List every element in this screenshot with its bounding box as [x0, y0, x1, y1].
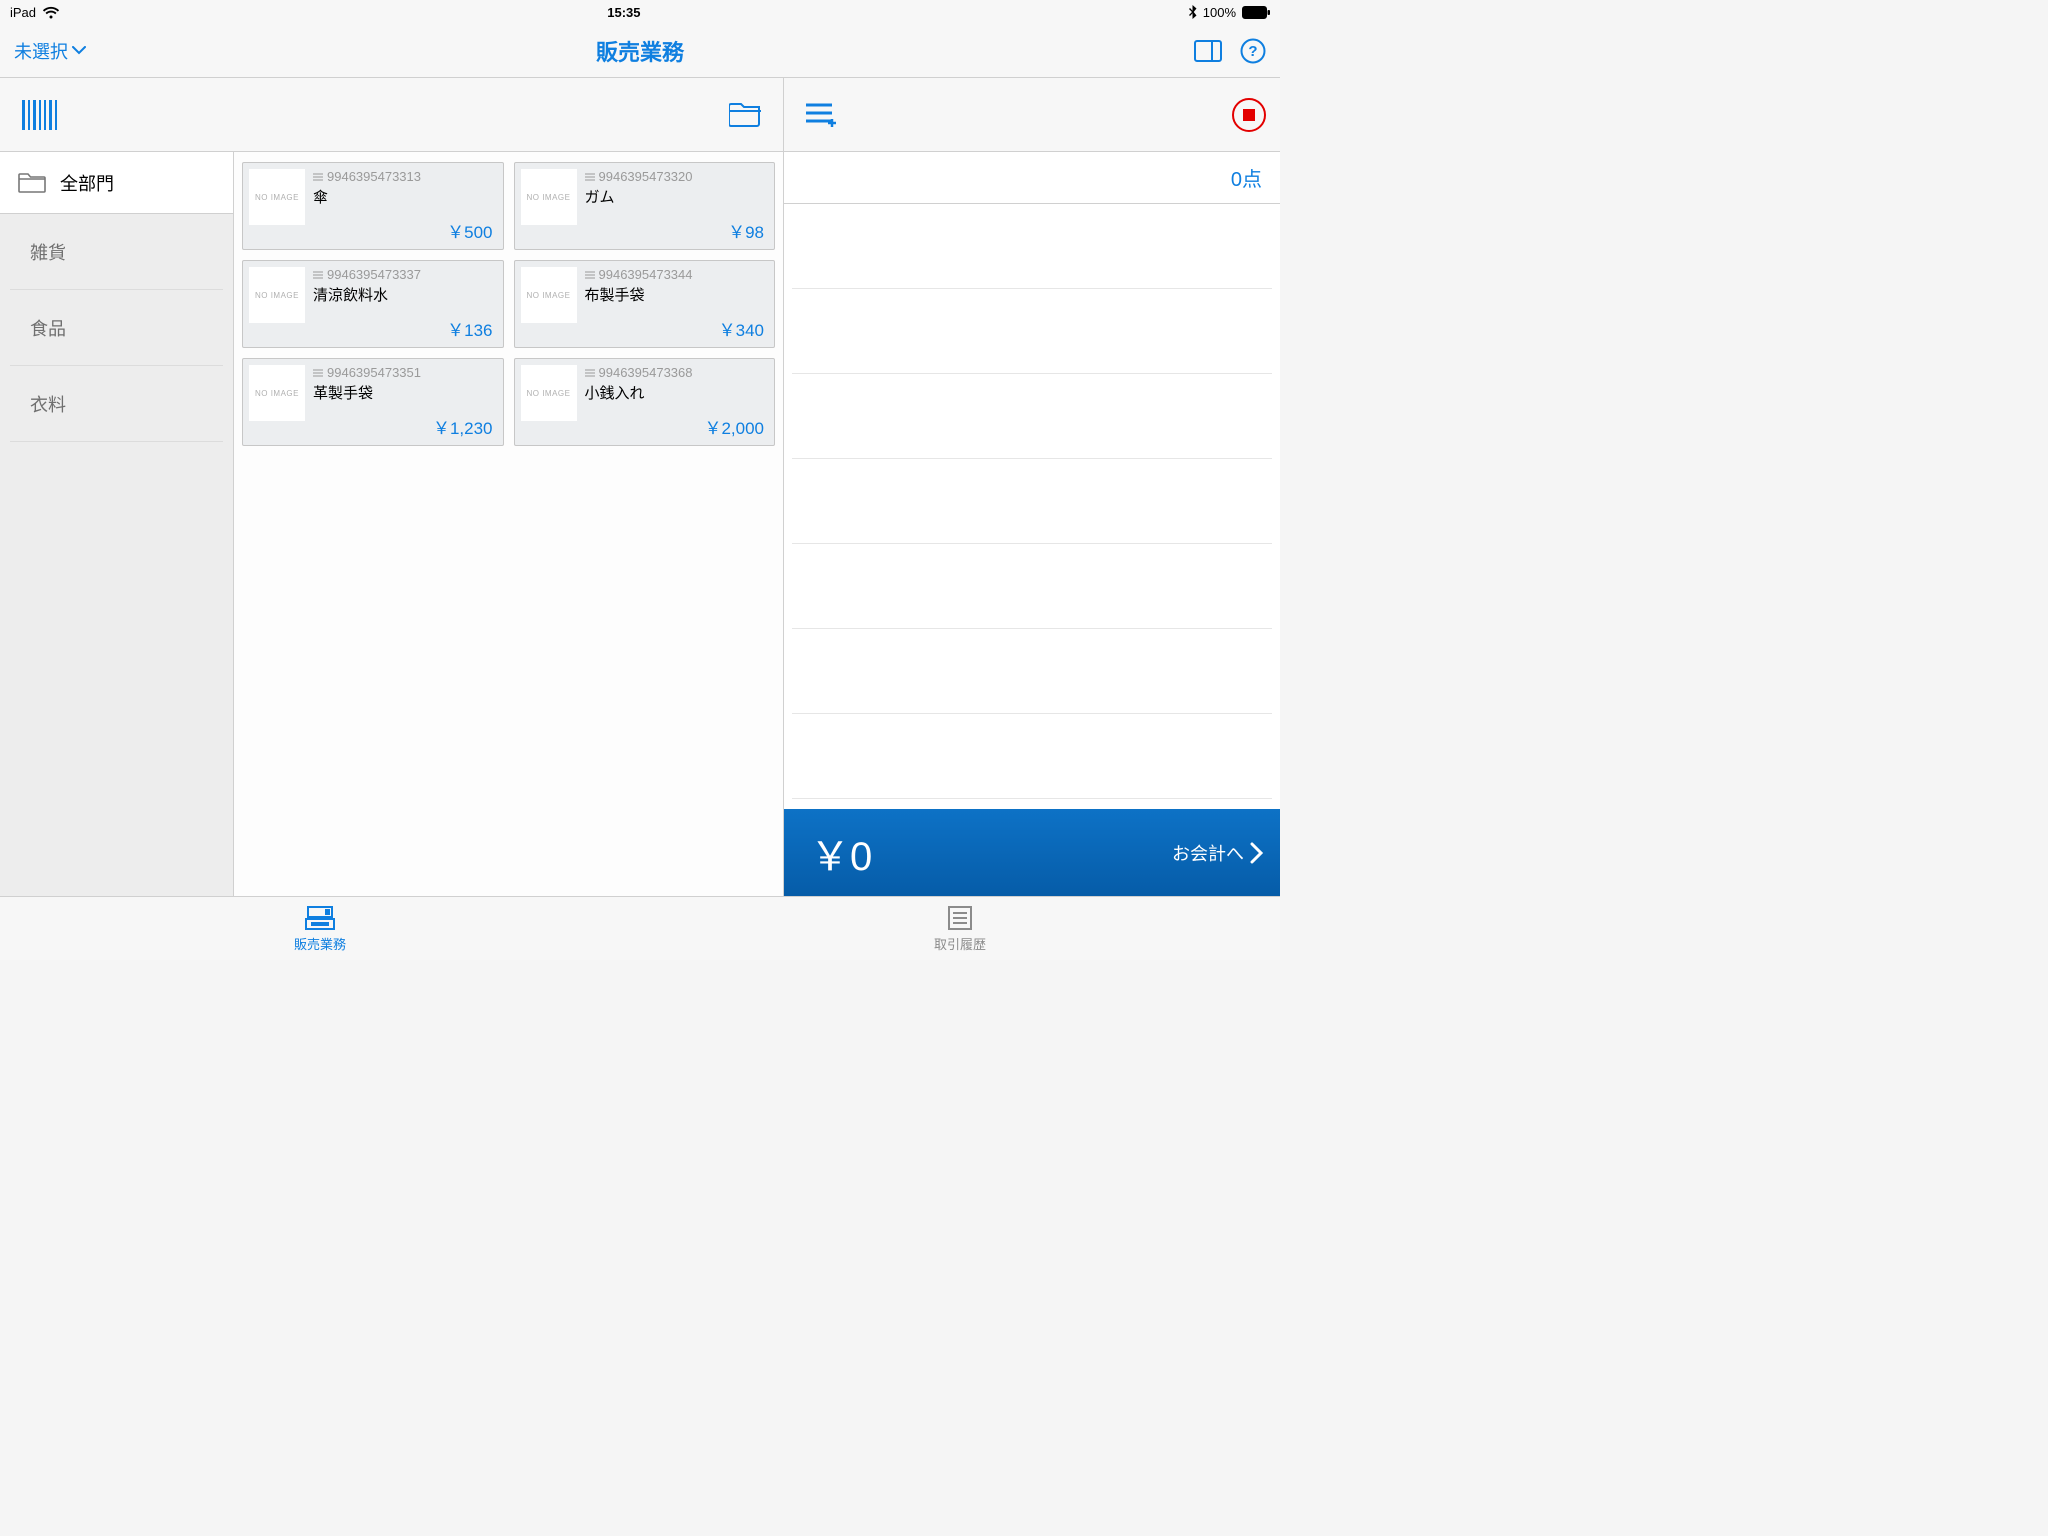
product-thumb: NO IMAGE: [249, 365, 305, 421]
list-add-icon[interactable]: [806, 102, 836, 128]
product-name: 布製手袋: [585, 284, 767, 305]
cart-lines: [784, 204, 1280, 809]
product-thumb: NO IMAGE: [521, 365, 577, 421]
sidebar-item-0[interactable]: 雑貨: [10, 214, 223, 290]
register-icon: [305, 905, 335, 931]
product-price: ￥2,000: [704, 414, 764, 439]
record-stop-button[interactable]: [1232, 98, 1266, 132]
receipt-icon: [947, 905, 973, 931]
product-name: ガム: [585, 186, 767, 207]
selector-label: 未選択: [14, 38, 68, 64]
product-name: 傘: [313, 186, 495, 207]
barcode-mini-icon: [313, 270, 323, 280]
tab-history[interactable]: 取引履歴: [640, 897, 1280, 960]
sidebar-item-2[interactable]: 衣料: [10, 366, 223, 442]
battery-icon: [1242, 6, 1270, 19]
cart-count-label: 0点: [1231, 163, 1262, 192]
chevron-down-icon: [72, 46, 86, 55]
stop-icon: [1243, 109, 1255, 121]
tabbar: 販売業務 取引履歴: [0, 896, 1280, 960]
cart-line-empty: [792, 459, 1272, 544]
cart-line-empty: [792, 374, 1272, 459]
tab-label: 販売業務: [294, 934, 346, 953]
product-price: ￥136: [447, 316, 492, 341]
folder-outline-icon: [18, 172, 46, 194]
panel-toggle-icon[interactable]: [1194, 40, 1222, 62]
folder-icon[interactable]: [729, 102, 761, 128]
tab-sales[interactable]: 販売業務: [0, 897, 640, 960]
product-name: 清涼飲料水: [313, 284, 495, 305]
tab-label: 取引履歴: [934, 934, 986, 953]
product-barcode: 9946395473351: [327, 365, 421, 380]
chevron-right-icon: [1250, 842, 1264, 864]
product-name: 小銭入れ: [585, 382, 767, 403]
product-grid: NO IMAGE 9946395473313 傘 ￥500 NO IMAGE 994639…: [234, 152, 784, 896]
checkout-label: お会計へ: [1172, 840, 1244, 866]
barcode-mini-icon: [585, 172, 595, 182]
sidebar-item-label: 衣料: [30, 391, 66, 417]
wifi-icon: [42, 6, 60, 19]
clock: 15:35: [607, 5, 640, 20]
battery-percent: 100%: [1203, 5, 1236, 20]
barcode-mini-icon: [585, 368, 595, 378]
cart-line-empty: [792, 289, 1272, 374]
svg-text:?: ?: [1248, 43, 1257, 60]
product-card[interactable]: NO IMAGE 9946395473320 ガム ￥98: [514, 162, 776, 250]
page-title: 販売業務: [596, 35, 684, 67]
product-barcode: 9946395473337: [327, 267, 421, 282]
barcode-mini-icon: [313, 368, 323, 378]
product-card[interactable]: NO IMAGE 9946395473368 小銭入れ ￥2,000: [514, 358, 776, 446]
product-barcode: 9946395473320: [599, 169, 693, 184]
checkout-button[interactable]: ￥0 お会計へ: [784, 809, 1280, 896]
main: 全部門 雑貨 食品 衣料 NO IMAGE9946395473313傘￥500N…: [0, 152, 1280, 896]
cart-line-empty: [792, 544, 1272, 629]
product-thumb: NO IMAGE: [521, 267, 577, 323]
product-card[interactable]: NO IMAGE 9946395473313 傘 ￥500: [242, 162, 504, 250]
sidebar: 全部門 雑貨 食品 衣料: [0, 152, 234, 896]
selector-button[interactable]: 未選択: [14, 38, 86, 64]
barcode-mini-icon: [585, 270, 595, 280]
toolbar: [0, 78, 1280, 152]
product-thumb: NO IMAGE: [249, 169, 305, 225]
cart-line-empty: [792, 629, 1272, 714]
navbar: 未選択 販売業務 ?: [0, 24, 1280, 78]
bluetooth-icon: [1188, 5, 1197, 19]
barcode-icon[interactable]: [22, 100, 62, 130]
product-price: ￥1,230: [433, 414, 493, 439]
product-card[interactable]: NO IMAGE 9946395473344 布製手袋 ￥340: [514, 260, 776, 348]
product-barcode: 9946395473313: [327, 169, 421, 184]
sidebar-header-label: 全部門: [60, 170, 114, 196]
cart-line-empty: [792, 204, 1272, 289]
status-bar: iPad 15:35 100%: [0, 0, 1280, 24]
cart-total: ￥0: [810, 824, 872, 882]
product-name: 革製手袋: [313, 382, 495, 403]
product-barcode: 9946395473344: [599, 267, 693, 282]
product-card[interactable]: NO IMAGE 9946395473351 革製手袋 ￥1,230: [242, 358, 504, 446]
product-thumb: NO IMAGE: [249, 267, 305, 323]
product-thumb: NO IMAGE: [521, 169, 577, 225]
cart-panel: 0点 ￥0 お会計へ: [784, 152, 1280, 896]
product-price: ￥500: [447, 218, 492, 243]
product-price: ￥340: [719, 316, 764, 341]
cart-line-empty: [792, 714, 1272, 799]
product-card[interactable]: NO IMAGE 9946395473337 清涼飲料水 ￥136: [242, 260, 504, 348]
device-label: iPad: [10, 5, 36, 20]
barcode-mini-icon: [313, 172, 323, 182]
product-barcode: 9946395473368: [599, 365, 693, 380]
sidebar-item-1[interactable]: 食品: [10, 290, 223, 366]
sidebar-item-label: 雑貨: [30, 239, 66, 265]
help-icon[interactable]: ?: [1240, 38, 1266, 64]
sidebar-item-label: 食品: [30, 315, 66, 341]
cart-count: 0点: [784, 152, 1280, 204]
product-price: ￥98: [728, 218, 764, 243]
sidebar-header[interactable]: 全部門: [0, 152, 233, 214]
